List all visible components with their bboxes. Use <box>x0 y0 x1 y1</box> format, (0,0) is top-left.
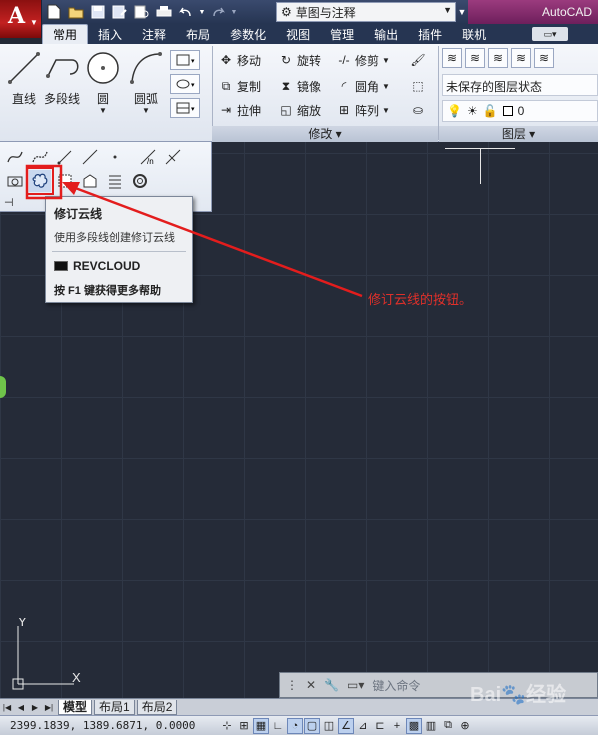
snap-icon[interactable]: ⊞ <box>236 718 252 734</box>
tab-layout1[interactable]: 布局1 <box>94 699 135 715</box>
status-bar: 2399.1839, 1389.6871, 0.0000 ⊹ ⊞ ▦ ∟ ◔ ▢… <box>0 715 598 735</box>
dyn-icon[interactable]: ⊏ <box>372 718 388 734</box>
annotation-text: 修订云线的按钮。 <box>368 292 473 307</box>
lineweight-icon[interactable]: + <box>389 718 405 734</box>
highlight-box <box>25 164 63 200</box>
tab-layout2[interactable]: 布局2 <box>136 699 178 715</box>
quick-properties-icon[interactable]: ▥ <box>423 718 439 734</box>
wrench-icon[interactable]: 🔧 <box>324 678 339 692</box>
annotation-arrow <box>69 184 363 298</box>
annotation-monitor-icon[interactable]: ⊕ <box>457 718 473 734</box>
command-input[interactable]: 键入命令 <box>372 677 420 694</box>
selection-cycling-icon[interactable]: ⧉ <box>440 718 456 734</box>
transparency-icon[interactable]: ▩ <box>406 717 422 734</box>
infer-constraints-icon[interactable]: ⊹ <box>219 718 235 734</box>
prompt-icon: ▭▾ <box>347 678 365 692</box>
coordinates-readout: 2399.1839, 1389.6871, 0.0000 <box>10 719 196 732</box>
grid-icon[interactable]: ▦ <box>253 717 269 734</box>
close-icon[interactable]: ✕ <box>306 678 316 692</box>
osnap-icon[interactable]: ▢ <box>304 717 320 734</box>
prev-tab-icon[interactable]: ◀ <box>14 700 28 714</box>
grip-icon[interactable]: ⋮ <box>286 678 298 692</box>
3d-osnap-icon[interactable]: ◫ <box>321 718 337 734</box>
otrack-icon[interactable]: ∠ <box>338 717 354 734</box>
ducs-icon[interactable]: ⊿ <box>355 718 371 734</box>
ortho-icon[interactable]: ∟ <box>270 718 286 734</box>
annotation-overlay <box>25 164 363 298</box>
next-tab-icon[interactable]: ▶ <box>28 700 42 714</box>
first-tab-icon[interactable]: |◀ <box>0 700 14 714</box>
last-tab-icon[interactable]: ▶| <box>42 700 56 714</box>
tab-model[interactable]: 模型 <box>58 699 93 715</box>
watermark-logo: Bai🐾经验 <box>470 684 567 706</box>
polar-icon[interactable]: ◔ <box>287 717 303 734</box>
